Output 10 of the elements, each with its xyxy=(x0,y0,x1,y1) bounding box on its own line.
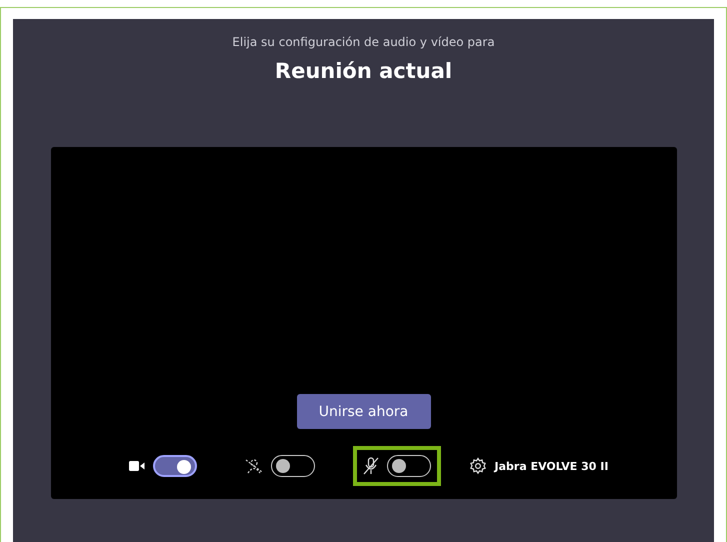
toggle-switch[interactable] xyxy=(270,455,315,477)
muted-microphone-icon xyxy=(362,457,379,475)
camera-icon xyxy=(128,460,145,472)
toggle-switch[interactable] xyxy=(152,455,197,477)
meeting-title: Reunión actual xyxy=(274,59,452,83)
device-name: Jabra EVOLVE 30 II xyxy=(494,460,608,472)
join-button[interactable]: Unirse ahora xyxy=(296,394,430,429)
settings-icon[interactable] xyxy=(468,457,487,475)
toggle-switch[interactable] xyxy=(386,455,431,477)
subtitle: Elija su configuración de audio y vídeo para xyxy=(232,35,495,49)
